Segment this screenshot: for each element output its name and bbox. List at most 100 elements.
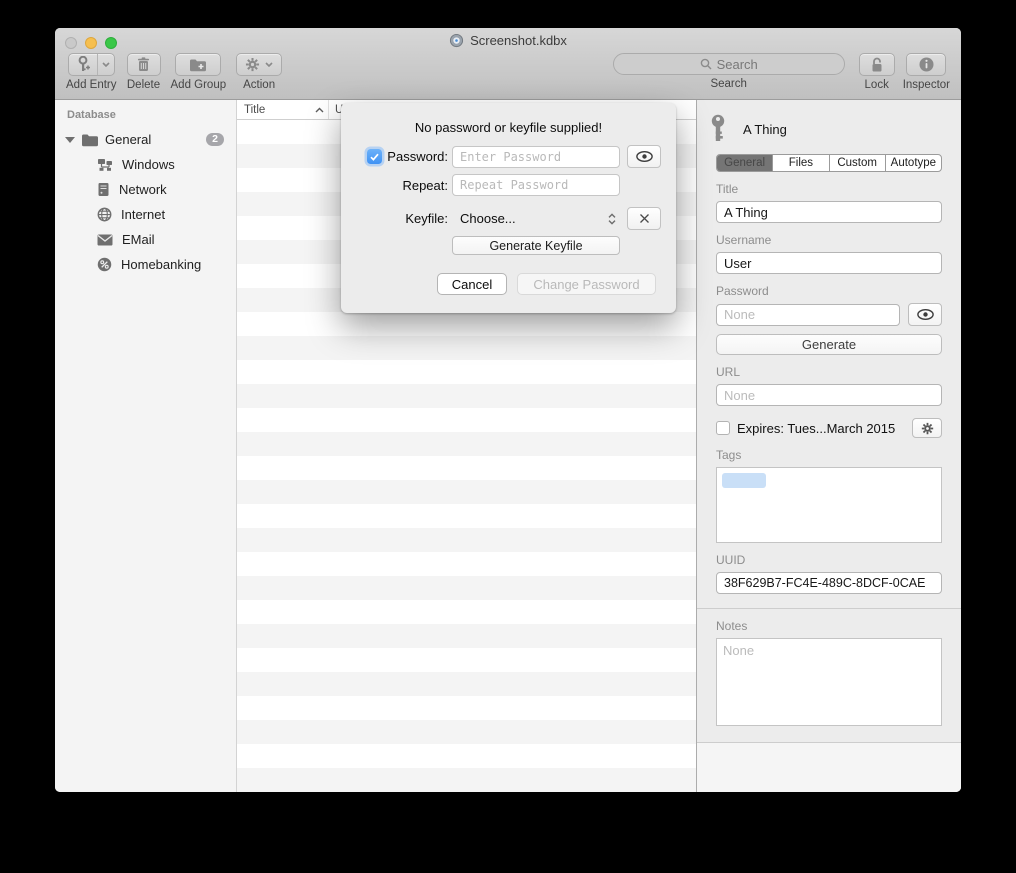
trash-icon bbox=[137, 57, 150, 72]
notes-label: Notes bbox=[716, 619, 942, 633]
notes-field[interactable] bbox=[716, 638, 942, 726]
sidebar-item-label: General bbox=[105, 132, 151, 147]
folder-icon bbox=[81, 133, 99, 147]
url-field[interactable] bbox=[716, 384, 942, 406]
sidebar-item-windows[interactable]: Windows bbox=[55, 152, 236, 177]
add-entry-toolbar-item: Add Entry bbox=[66, 53, 117, 91]
search-toolbar-item: Search Search bbox=[613, 53, 845, 90]
tab-custom[interactable]: Custom bbox=[830, 155, 886, 171]
add-group-toolbar-item: Add Group bbox=[171, 53, 227, 91]
sort-ascending-icon bbox=[315, 107, 324, 113]
screenshot-stage: Screenshot.kdbx bbox=[0, 0, 1016, 873]
chevron-down-icon bbox=[265, 62, 273, 67]
password-checkbox[interactable] bbox=[367, 149, 382, 164]
lock-toolbar-item: Lock bbox=[859, 53, 895, 91]
dialog-actions: Cancel Change Password bbox=[437, 273, 676, 295]
sidebar-item-label: Homebanking bbox=[121, 257, 201, 272]
clear-keyfile-button[interactable] bbox=[627, 207, 661, 230]
url-field-label: URL bbox=[716, 365, 942, 379]
column-header-title[interactable]: Title bbox=[237, 100, 329, 119]
window-chrome: Screenshot.kdbx bbox=[55, 28, 961, 100]
password-field-label: Password bbox=[716, 284, 942, 298]
password-field[interactable] bbox=[716, 304, 900, 326]
sidebar-item-label: EMail bbox=[122, 232, 155, 247]
enter-password-input[interactable] bbox=[452, 146, 620, 168]
sidebar-item-general[interactable]: General 2 bbox=[55, 127, 236, 152]
tab-files[interactable]: Files bbox=[773, 155, 829, 171]
key-icon bbox=[708, 114, 728, 144]
folder-plus-icon bbox=[189, 58, 207, 72]
chevron-down-icon bbox=[102, 62, 110, 67]
repeat-password-input[interactable] bbox=[452, 174, 620, 196]
envelope-icon bbox=[97, 234, 113, 246]
sidebar-item-homebanking[interactable]: Homebanking bbox=[55, 252, 236, 277]
search-input[interactable]: Search bbox=[613, 53, 845, 75]
delete-label: Delete bbox=[127, 79, 160, 91]
add-group-button[interactable] bbox=[175, 53, 221, 76]
add-entry-dropdown[interactable] bbox=[97, 54, 113, 75]
tab-autotype[interactable]: Autotype bbox=[886, 155, 941, 171]
tags-label: Tags bbox=[716, 448, 942, 462]
change-password-button[interactable]: Change Password bbox=[517, 273, 656, 295]
generate-password-button[interactable]: Generate bbox=[716, 334, 942, 355]
inspector-button[interactable] bbox=[906, 53, 946, 76]
reveal-password-button[interactable] bbox=[627, 145, 661, 168]
info-icon bbox=[919, 57, 934, 72]
expires-row: Expires: Tues...March 2015 bbox=[716, 418, 942, 438]
inspector-footer bbox=[697, 742, 961, 792]
change-password-dialog: No password or keyfile supplied! Passwor… bbox=[341, 103, 676, 313]
column-title-label: Title bbox=[244, 104, 265, 116]
username-field[interactable] bbox=[716, 252, 942, 274]
tab-general[interactable]: General bbox=[717, 155, 773, 171]
document-icon bbox=[449, 33, 464, 48]
sidebar-item-internet[interactable]: Internet bbox=[55, 202, 236, 227]
sidebar-item-label: Windows bbox=[122, 157, 175, 172]
search-icon bbox=[700, 58, 712, 70]
username-field-label: Username bbox=[716, 233, 942, 247]
key-plus-icon bbox=[69, 56, 98, 73]
window-title-bar: Screenshot.kdbx bbox=[55, 33, 961, 48]
lock-label: Lock bbox=[865, 79, 889, 91]
sidebar-item-label: Internet bbox=[121, 207, 165, 222]
action-label: Action bbox=[243, 79, 275, 91]
password-label: Password: bbox=[387, 149, 448, 164]
app-window: Screenshot.kdbx bbox=[55, 28, 961, 792]
dialog-message: No password or keyfile supplied! bbox=[341, 120, 676, 135]
generate-keyfile-button[interactable]: Generate Keyfile bbox=[452, 236, 620, 255]
add-entry-label: Add Entry bbox=[66, 79, 117, 91]
search-placeholder: Search bbox=[717, 57, 758, 72]
uuid-label: UUID bbox=[716, 553, 942, 567]
windows-icon bbox=[97, 158, 113, 172]
sidebar-item-network[interactable]: Network bbox=[55, 177, 236, 202]
add-group-label: Add Group bbox=[171, 79, 227, 91]
inspector-tabs: General Files Custom Autotype bbox=[716, 154, 942, 172]
keyfile-popup-value: Choose... bbox=[460, 211, 516, 226]
eye-icon bbox=[636, 151, 653, 162]
action-button[interactable] bbox=[236, 53, 282, 76]
tags-field[interactable] bbox=[716, 467, 942, 543]
sidebar: Database General 2 bbox=[55, 100, 237, 792]
expires-settings-button[interactable] bbox=[912, 418, 942, 438]
unlocked-padlock-icon bbox=[870, 57, 884, 73]
cancel-button[interactable]: Cancel bbox=[437, 273, 507, 295]
expires-checkbox[interactable] bbox=[716, 421, 730, 435]
password-row: Password: bbox=[341, 145, 676, 168]
lock-button[interactable] bbox=[859, 53, 895, 76]
gear-icon bbox=[245, 57, 260, 72]
delete-button[interactable] bbox=[127, 53, 161, 76]
add-entry-button[interactable] bbox=[68, 53, 115, 76]
search-label: Search bbox=[710, 78, 746, 90]
keyfile-row: Keyfile: Choose... bbox=[341, 207, 676, 230]
reveal-password-button[interactable] bbox=[908, 303, 942, 326]
popup-stepper-icon bbox=[608, 213, 616, 225]
tag-pill[interactable] bbox=[722, 473, 766, 488]
keyfile-popup-button[interactable]: Choose... bbox=[452, 211, 620, 226]
eye-icon bbox=[917, 309, 934, 320]
disclosure-triangle-icon[interactable] bbox=[65, 137, 75, 143]
entry-count-badge: 2 bbox=[206, 133, 224, 147]
title-field[interactable] bbox=[716, 201, 942, 223]
uuid-field[interactable] bbox=[716, 572, 942, 594]
keyfile-label: Keyfile: bbox=[405, 211, 448, 226]
toolbar: Add Entry Delete bbox=[55, 53, 961, 99]
sidebar-item-email[interactable]: EMail bbox=[55, 227, 236, 252]
